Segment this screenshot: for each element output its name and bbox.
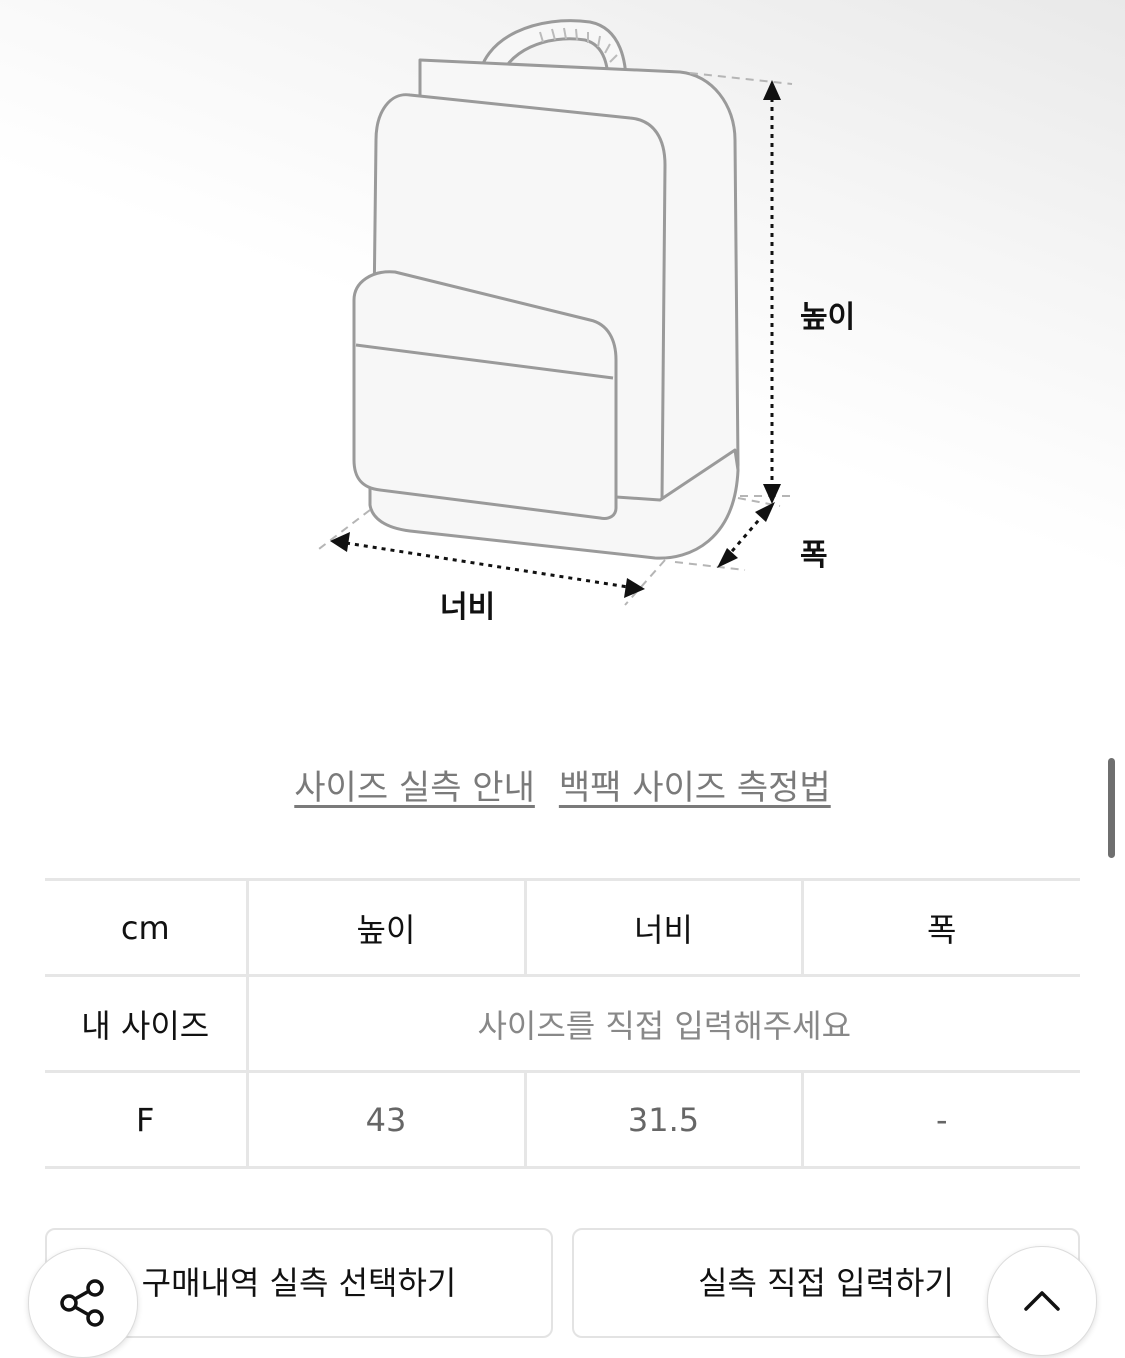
purchase-history-button-label: 구매내역 실측 선택하기 [141,1264,457,1302]
header-width: 너비 [523,878,802,977]
my-size-label: 내 사이즈 [45,974,247,1073]
height-value-cell: 43 [245,1070,525,1169]
scroll-to-top-button[interactable] [987,1246,1097,1356]
size-guide-links: 사이즈 실측 안내 백팩 사이즈 측정법 [0,760,1125,809]
table-header-row: cm 높이 너비 폭 [45,878,1080,977]
share-button[interactable] [28,1248,138,1358]
header-depth: 폭 [800,878,1080,977]
width-dimension-label: 너비 [440,590,496,625]
size-name-cell: F [45,1070,247,1169]
table-row: F 43 31.5 - [45,1070,1080,1169]
my-size-input-prompt[interactable]: 사이즈를 직접 입력해주세요 [245,974,1080,1073]
backpack-measure-link[interactable]: 백팩 사이즈 측정법 [559,760,831,809]
scrollbar[interactable] [1108,758,1115,858]
size-guide-link[interactable]: 사이즈 실측 안내 [294,760,535,809]
header-height: 높이 [245,878,525,977]
size-table: cm 높이 너비 폭 내 사이즈 사이즈를 직접 입력해주세요 F 43 31.… [45,878,1080,1169]
share-icon [60,1279,104,1327]
direct-input-button-label: 실측 직접 입력하기 [698,1264,954,1302]
height-dimension-label: 높이 [800,300,856,335]
backpack-illustration [314,19,793,606]
my-size-row: 내 사이즈 사이즈를 직접 입력해주세요 [45,974,1080,1073]
chevron-up-icon [1024,1291,1060,1311]
width-value-cell: 31.5 [523,1070,802,1169]
depth-value-cell: - [800,1070,1080,1169]
depth-dimension-label: 폭 [800,538,828,573]
header-unit: cm [45,878,247,977]
